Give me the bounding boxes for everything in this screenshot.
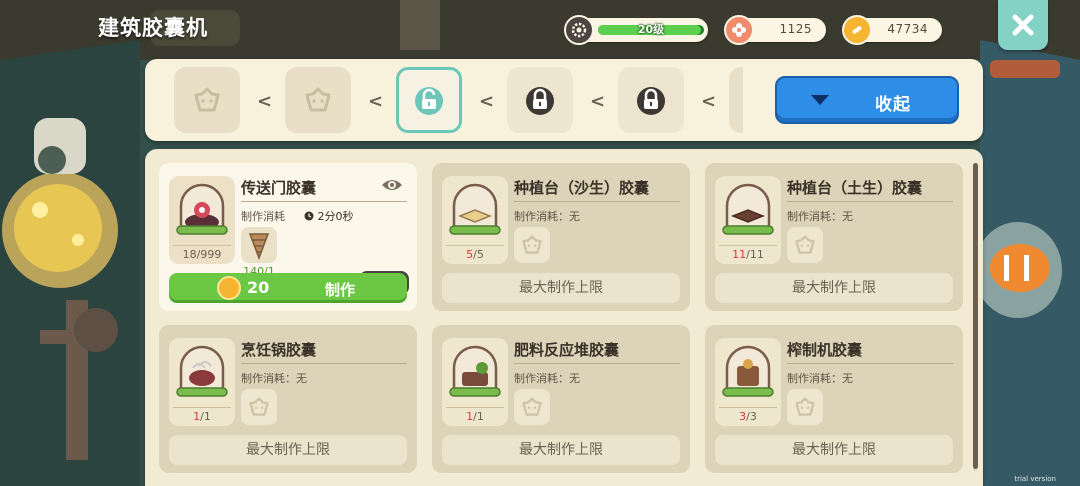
press-machine-capsule-icon <box>722 345 774 397</box>
capsule-card-cooking-pot[interactable]: 1/1 烹饪锅胶囊 制作消耗：无 最大制作上限 <box>159 325 417 473</box>
scrollbar-thumb[interactable] <box>973 163 978 469</box>
capsule-card-portal[interactable]: 18/999 传送门胶囊 制作消耗 2分0秒 140/1 20 制作 <box>159 163 417 311</box>
capsule-list-panel: 18/999 传送门胶囊 制作消耗 2分0秒 140/1 20 制作 5/5 种… <box>145 149 983 486</box>
max-craft-limit-button[interactable]: 最大制作上限 <box>442 435 680 465</box>
craft-cost-label: 制作消耗：无 <box>787 210 853 223</box>
star-icon <box>522 235 542 254</box>
list-scrollbar[interactable] <box>973 163 978 471</box>
cooking-pot-capsule-icon <box>176 345 228 397</box>
page-title: 建筑胶囊机 <box>98 16 208 40</box>
fertilizer-reactor-capsule-icon <box>449 345 501 397</box>
craft-cost-label: 制作消耗：无 <box>787 372 853 385</box>
star-icon <box>305 87 331 112</box>
capsule-count: 18/999 <box>182 248 222 261</box>
max-craft-limit-button[interactable]: 最大制作上限 <box>715 273 953 303</box>
coin-icon <box>217 276 241 300</box>
currency-a-stat: 1125 <box>724 15 826 45</box>
portal-capsule-icon <box>176 183 228 235</box>
tier-selector: < < < < < 收起 <box>145 59 983 141</box>
currency-b-stat: 47734 <box>842 15 942 45</box>
collapse-label: 收起 <box>875 95 911 115</box>
craft-cost-label: 制作消耗：无 <box>241 372 307 385</box>
tier-separator: < <box>368 91 384 112</box>
empty-material-slot <box>787 389 823 425</box>
tier-separator: < <box>257 91 273 112</box>
lock-icon <box>637 87 665 115</box>
collapse-button[interactable]: 收起 <box>775 76 959 124</box>
capsule-thumbnail: 1/1 <box>169 338 235 426</box>
capsule-thumbnail: 1/1 <box>442 338 508 426</box>
empty-material-slot <box>241 389 277 425</box>
capsule-count: 11/11 <box>732 248 764 261</box>
clock-icon <box>304 211 314 221</box>
flower-icon <box>724 15 754 45</box>
capsule-count: 5/5 <box>466 248 484 261</box>
close-icon <box>1012 14 1034 36</box>
craft-button[interactable]: 20 制作 <box>169 273 407 303</box>
craft-cost-label: 制作消耗：无 <box>514 372 580 385</box>
craft-price: 20 <box>247 278 270 297</box>
currency-a-value: 1125 <box>779 22 812 36</box>
capsule-name: 烹饪锅胶囊 <box>241 341 317 359</box>
tier-separator: < <box>701 91 717 112</box>
empty-material-slot <box>514 227 550 263</box>
craft-cost-label: 制作消耗：无 <box>514 210 580 223</box>
craft-time: 2分0秒 <box>304 208 354 224</box>
empty-material-slot <box>787 227 823 263</box>
max-craft-limit-button[interactable]: 最大制作上限 <box>715 435 953 465</box>
level-label: 20级 <box>637 23 665 36</box>
star-icon <box>249 397 269 416</box>
capsule-thumbnail: 11/11 <box>715 176 781 264</box>
tier-separator: < <box>479 91 495 112</box>
capsule-name: 肥料反应堆胶囊 <box>514 341 620 359</box>
capsule-count: 1/1 <box>193 410 211 423</box>
craft-label: 制作 <box>325 281 356 299</box>
capsule-card-planter-sand[interactable]: 5/5 种植台（沙生）胶囊 制作消耗：无 最大制作上限 <box>432 163 690 311</box>
empty-material-slot <box>514 389 550 425</box>
capsule-name: 榨制机胶囊 <box>787 341 863 359</box>
player-level-stat: 20级 <box>564 15 708 45</box>
planter-sand-capsule-icon <box>449 183 501 235</box>
capsule-card-planter-soil[interactable]: 11/11 种植台（土生）胶囊 制作消耗：无 最大制作上限 <box>705 163 963 311</box>
planter-soil-capsule-icon <box>722 183 774 235</box>
star-icon <box>795 397 815 416</box>
capsule-name: 种植台（沙生）胶囊 <box>514 179 650 197</box>
capsule-count: 1/1 <box>466 410 484 423</box>
star-icon <box>522 397 542 416</box>
coin-icon <box>842 15 872 45</box>
capsule-count: 3/3 <box>739 410 757 423</box>
capsule-thumbnail: 3/3 <box>715 338 781 426</box>
max-craft-limit-button[interactable]: 最大制作上限 <box>169 435 407 465</box>
drill-material-icon <box>248 233 270 260</box>
tier-2[interactable] <box>285 67 351 133</box>
tier-6-partial[interactable] <box>729 67 743 133</box>
star-icon <box>194 87 220 112</box>
watermark: trial version <box>1014 475 1056 483</box>
gear-icon <box>564 15 594 45</box>
capsule-card-press-machine[interactable]: 3/3 榨制机胶囊 制作消耗：无 最大制作上限 <box>705 325 963 473</box>
unlock-icon <box>415 87 443 115</box>
material-slot[interactable] <box>241 227 277 263</box>
lock-icon <box>526 87 554 115</box>
tier-3-selected[interactable] <box>396 67 462 133</box>
eye-icon[interactable] <box>381 177 403 193</box>
tier-5-locked[interactable] <box>618 67 684 133</box>
tier-4-locked[interactable] <box>507 67 573 133</box>
close-button[interactable] <box>998 0 1048 50</box>
tier-separator: < <box>590 91 606 112</box>
capsule-name: 传送门胶囊 <box>241 179 317 197</box>
tier-1[interactable] <box>174 67 240 133</box>
max-craft-limit-button[interactable]: 最大制作上限 <box>442 273 680 303</box>
capsule-name: 种植台（土生）胶囊 <box>787 179 923 197</box>
star-icon <box>795 235 815 254</box>
craft-cost-label: 制作消耗 <box>241 210 285 223</box>
capsule-card-fertilizer-reactor[interactable]: 1/1 肥料反应堆胶囊 制作消耗：无 最大制作上限 <box>432 325 690 473</box>
capsule-thumbnail: 18/999 <box>169 176 235 264</box>
capsule-thumbnail: 5/5 <box>442 176 508 264</box>
currency-b-value: 47734 <box>887 22 928 36</box>
